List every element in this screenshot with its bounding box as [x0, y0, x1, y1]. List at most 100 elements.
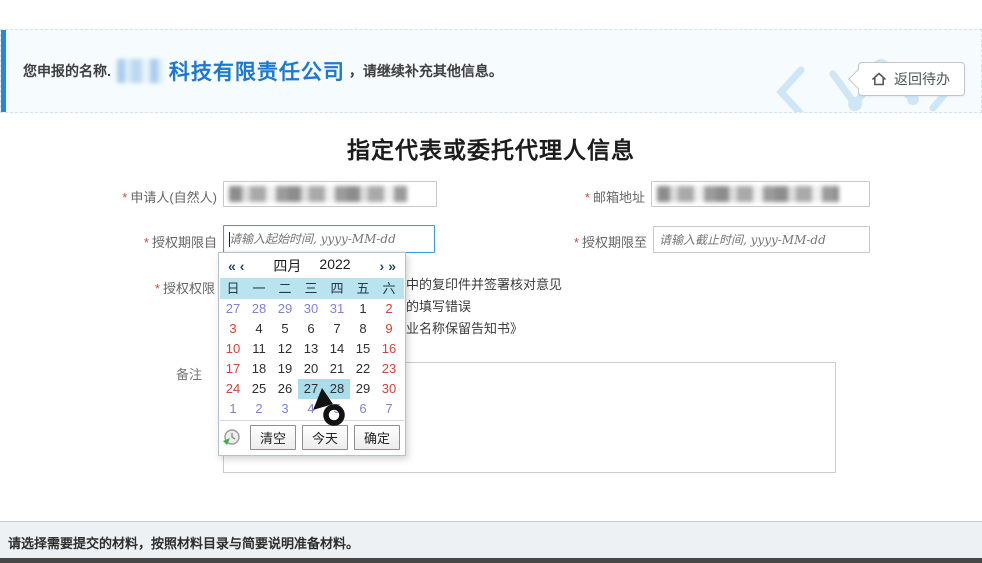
calendar-day[interactable]: 24: [220, 379, 246, 399]
banner-prefix: 您申报的名称.: [23, 61, 111, 81]
email-input[interactable]: [651, 181, 870, 207]
applicant-input[interactable]: [223, 181, 437, 207]
calendar-day[interactable]: 7: [376, 399, 402, 419]
calendar-today-button[interactable]: 今天: [302, 425, 348, 450]
notice-banner: 您申报的名称. 科技有限责任公司 ，请继续补充其他信息。 返回待办: [0, 29, 982, 113]
back-button-label: 返回待办: [894, 69, 950, 89]
calendar-day-header: 一: [246, 278, 272, 299]
company-name-redacted: [117, 59, 163, 83]
banner-message: 您申报的名称. 科技有限责任公司 ，请继续补充其他信息。: [23, 30, 503, 112]
calendar-nav: « ‹ 四月 2022 › »: [220, 254, 404, 278]
calendar-day[interactable]: 5: [272, 319, 298, 339]
prev-month-icon[interactable]: ‹: [238, 255, 247, 277]
auth-scope-option-fragment: 的填写错误: [406, 296, 562, 318]
calendar-day[interactable]: 7: [324, 319, 350, 339]
calendar-day[interactable]: 29: [272, 299, 298, 319]
banner-accent-stripe: [1, 30, 6, 112]
calendar-day[interactable]: 28: [324, 379, 350, 399]
auth-to-input[interactable]: [653, 226, 870, 253]
calendar-day[interactable]: 2: [246, 399, 272, 419]
materials-notice-bar: 请选择需要提交的材料，按照材料目录与简要说明准备材料。: [0, 521, 982, 558]
calendar-day[interactable]: 8: [350, 319, 376, 339]
calendar-day[interactable]: 6: [298, 319, 324, 339]
bottom-dark-strip: [0, 558, 982, 563]
email-value-redacted: [657, 186, 839, 202]
required-marker: *: [122, 190, 127, 205]
calendar-day[interactable]: 22: [350, 359, 376, 379]
calendar-day[interactable]: 6: [350, 399, 376, 419]
calendar-day[interactable]: 19: [272, 359, 298, 379]
calendar-day[interactable]: 16: [376, 339, 402, 359]
next-year-icon[interactable]: »: [386, 255, 398, 277]
calendar-day-header: 三: [298, 278, 324, 299]
calendar-day[interactable]: 12: [272, 339, 298, 359]
calendar-day[interactable]: 21: [324, 359, 350, 379]
applicant-label: *申请人(自然人): [20, 187, 217, 206]
required-marker: *: [574, 235, 579, 250]
auth-to-label: *授权期限至: [450, 232, 647, 251]
calendar-day[interactable]: 15: [350, 339, 376, 359]
screen: 您申报的名称. 科技有限责任公司 ，请继续补充其他信息。 返回待办 指定代表或委…: [0, 0, 982, 563]
remarks-label: 备注: [20, 364, 202, 383]
calendar-day[interactable]: 23: [376, 359, 402, 379]
calendar-day[interactable]: 3: [220, 319, 246, 339]
date-picker-popup: « ‹ 四月 2022 › » 日一二三四五六 2728293031123456…: [218, 252, 406, 456]
calendar-day-header: 五: [350, 278, 376, 299]
banner-suffix: ，请继续补充其他信息。: [349, 61, 503, 81]
calendar-day[interactable]: 10: [220, 339, 246, 359]
calendar-day[interactable]: 27: [298, 379, 324, 399]
calendar-day[interactable]: 1: [220, 399, 246, 419]
email-label: *邮箱地址: [450, 187, 645, 206]
calendar-day[interactable]: 30: [376, 379, 402, 399]
calendar-day-header: 四: [324, 278, 350, 299]
next-month-icon[interactable]: ›: [378, 255, 387, 277]
back-to-todo-button[interactable]: 返回待办: [858, 62, 965, 96]
calendar-day[interactable]: 1: [350, 299, 376, 319]
clock-icon[interactable]: [222, 428, 241, 447]
materials-notice-text: 请选择需要提交的材料，按照材料目录与简要说明准备材料。: [8, 533, 359, 552]
required-marker: *: [144, 235, 149, 250]
auth-scope-label: *授权权限: [20, 278, 215, 297]
calendar-year-label[interactable]: 2022: [319, 256, 350, 276]
company-name: 科技有限责任公司: [169, 56, 345, 86]
calendar-day[interactable]: 5: [324, 399, 350, 419]
required-marker: *: [585, 190, 590, 205]
calendar-day[interactable]: 14: [324, 339, 350, 359]
required-marker: *: [155, 281, 160, 296]
calendar-day[interactable]: 26: [272, 379, 298, 399]
prev-year-icon[interactable]: «: [226, 255, 238, 277]
auth-from-input[interactable]: [223, 225, 435, 253]
calendar-month-label[interactable]: 四月: [273, 256, 301, 276]
text-caret: [229, 232, 230, 247]
calendar-clear-button[interactable]: 清空: [250, 425, 296, 450]
calendar-day[interactable]: 3: [272, 399, 298, 419]
calendar-day[interactable]: 13: [298, 339, 324, 359]
home-icon: [871, 71, 887, 87]
calendar-day-header: 六: [376, 278, 402, 299]
calendar-day[interactable]: 9: [376, 319, 402, 339]
calendar-grid: 2728293031123456789101112131415161718192…: [220, 299, 404, 419]
calendar-day[interactable]: 18: [246, 359, 272, 379]
calendar-day-header: 二: [272, 278, 298, 299]
calendar-day[interactable]: 27: [220, 299, 246, 319]
calendar-day[interactable]: 30: [298, 299, 324, 319]
calendar-day[interactable]: 28: [246, 299, 272, 319]
calendar-day[interactable]: 25: [246, 379, 272, 399]
auth-scope-options: 中的复印件并签署核对意见的填写错误业名称保留告知书》: [406, 274, 562, 340]
calendar-day[interactable]: 31: [324, 299, 350, 319]
applicant-value-redacted: [229, 186, 407, 202]
auth-scope-option-fragment: 业名称保留告知书》: [406, 318, 562, 340]
calendar-day[interactable]: 4: [246, 319, 272, 339]
calendar-day[interactable]: 11: [246, 339, 272, 359]
calendar-day[interactable]: 29: [350, 379, 376, 399]
calendar-day[interactable]: 20: [298, 359, 324, 379]
calendar-day[interactable]: 4: [298, 399, 324, 419]
page-title: 指定代表或委托代理人信息: [0, 131, 982, 165]
auth-from-label: *授权期限自: [20, 232, 217, 251]
calendar-day-headers: 日一二三四五六: [220, 278, 404, 299]
auth-scope-option-fragment: 中的复印件并签署核对意见: [406, 274, 562, 296]
calendar-ok-button[interactable]: 确定: [354, 425, 400, 450]
calendar-day[interactable]: 17: [220, 359, 246, 379]
calendar-day[interactable]: 2: [376, 299, 402, 319]
calendar-footer: 清空 今天 确定: [220, 420, 404, 454]
